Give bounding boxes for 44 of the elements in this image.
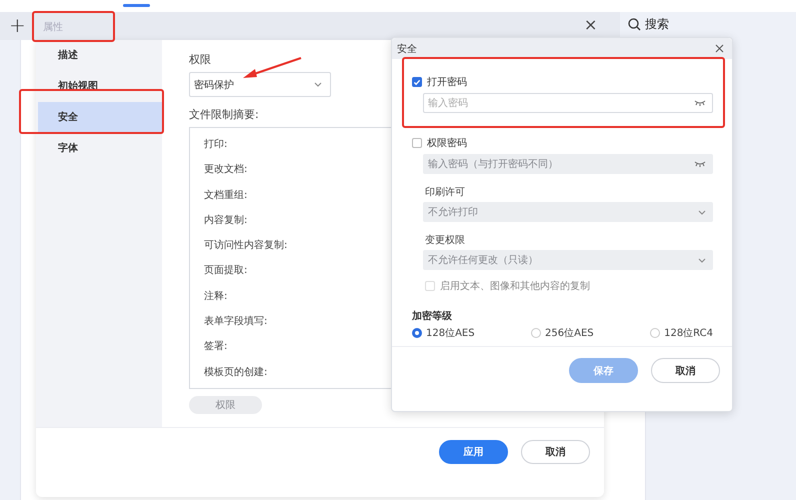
chevron-icon	[698, 210, 706, 214]
checkbox-label: 启用文本、图像和其他内容的复制	[440, 280, 590, 293]
checkbox-label: 打开密码	[427, 76, 467, 89]
checkbox-label: 权限密码	[427, 136, 467, 150]
summary-item: 表单字段填写:	[204, 314, 268, 330]
confirm-button[interactable]: 应用	[439, 440, 508, 464]
summary-item: 页面提取:	[204, 264, 248, 278]
checkbox[interactable]	[412, 77, 422, 87]
summary-item: 注释:	[204, 290, 228, 304]
section-label: 权限	[189, 52, 212, 67]
closed-eye-icon	[694, 161, 706, 167]
encryption-label: 加密等级	[412, 310, 453, 323]
radio-button[interactable]	[412, 328, 422, 338]
close-icon	[715, 44, 724, 53]
sidebar-item[interactable]: 安全	[38, 102, 162, 133]
summary-item: 模板页的创建:	[204, 366, 268, 380]
summary-item: 签署:	[204, 340, 228, 354]
summary-item: 文档重组:	[204, 188, 248, 203]
radio-label: 128位RC4	[664, 327, 713, 340]
summary-item: 内容复制:	[204, 214, 248, 228]
field-label: 变更权限	[425, 234, 466, 247]
search-button[interactable]: 搜索	[628, 16, 669, 33]
summary-item: 可访问性内容复制:	[204, 238, 288, 254]
summary-item: 打印:	[204, 138, 228, 152]
sidebar-item[interactable]: 字体	[38, 133, 162, 164]
field-label: 印刷许可	[425, 186, 466, 199]
summary-item: 更改文档:	[204, 162, 248, 178]
summary-label: 文件限制摘要:	[189, 107, 260, 122]
checkbox[interactable]	[412, 138, 422, 148]
search-icon	[628, 18, 641, 31]
cancel-button[interactable]: 取消	[651, 358, 720, 383]
radio-label: 128位AES	[426, 327, 475, 340]
new-tab-button[interactable]: +	[9, 14, 26, 36]
chevron-icon	[698, 258, 706, 262]
sidebar-item[interactable]: 描述	[38, 40, 162, 71]
dialog-title: 安全	[397, 42, 417, 56]
permission-select[interactable]: 密码保护	[189, 72, 331, 97]
annotation-arrow	[241, 56, 303, 80]
close-button[interactable]: ×	[584, 15, 598, 34]
active-tab-indicator	[123, 4, 150, 7]
chevron-icon	[314, 82, 322, 87]
closed-eye-icon	[694, 100, 706, 106]
cancel-button[interactable]: 取消	[521, 440, 590, 464]
radio-label: 256位AES	[545, 327, 594, 340]
